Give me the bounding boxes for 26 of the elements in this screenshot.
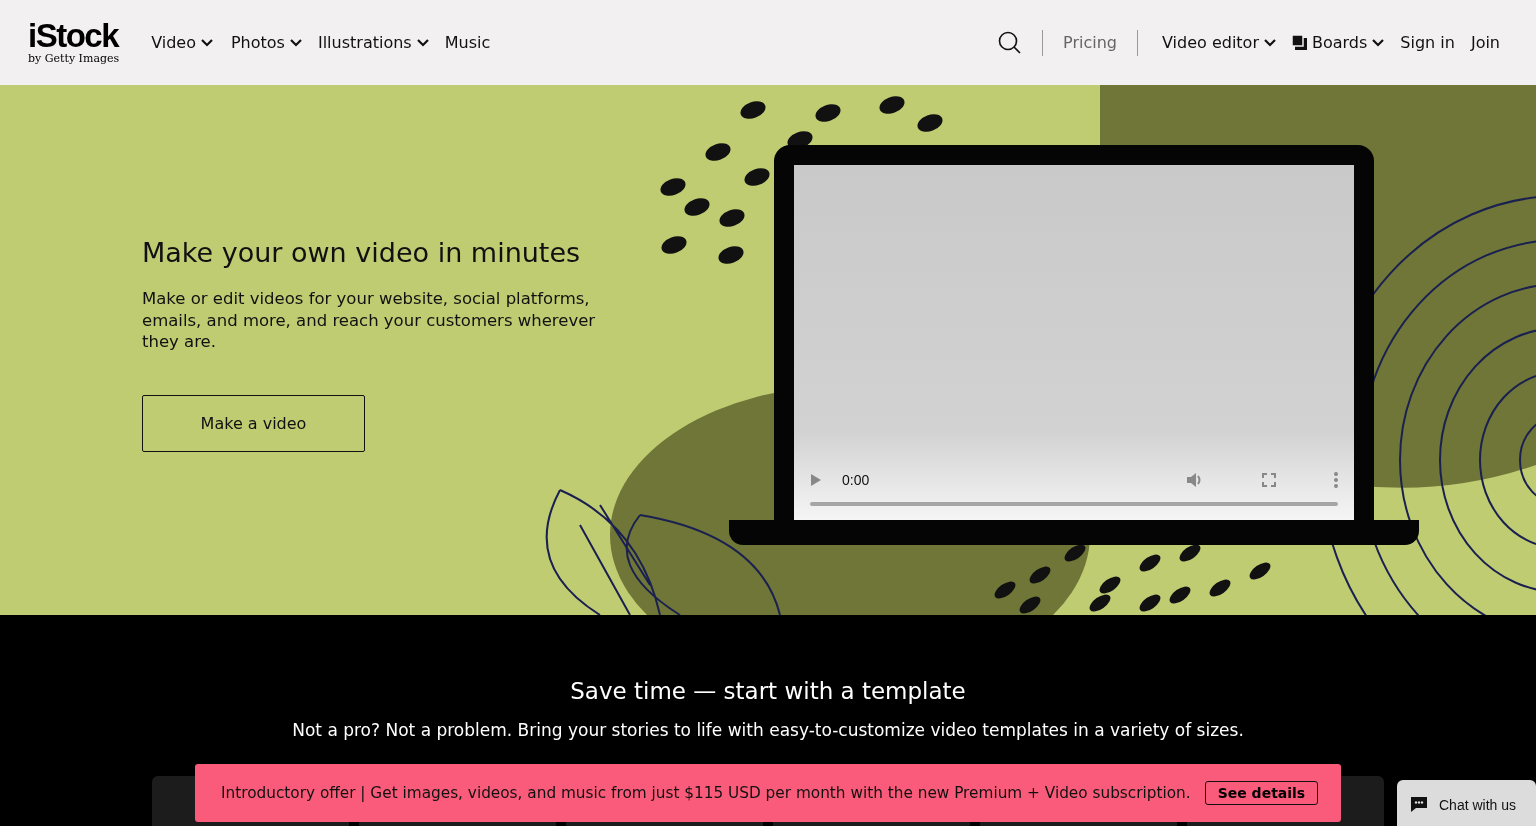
header-link[interactable]: Sign in	[1400, 33, 1455, 52]
video-time: 0:00	[842, 472, 870, 488]
boards-icon	[1291, 35, 1307, 50]
search-icon[interactable]	[998, 30, 1023, 55]
chat-icon	[1409, 796, 1429, 814]
offer-text: Introductory offer | Get images, videos, and music from just $115 USD per month with the new Premium + Video subscription.	[221, 784, 1191, 802]
nav-menu-item[interactable]: Music	[444, 33, 491, 52]
hero-title: Make your own video in minutes	[142, 237, 582, 268]
section-description: Not a pro? Not a problem. Bring your stories to life with easy-to-customize video templates in a variety of sizes.	[292, 720, 1244, 740]
istock-logo[interactable]: iStock by Getty Images	[28, 19, 120, 66]
make-video-button[interactable]: Make a video	[142, 394, 365, 452]
header-link[interactable]: Join	[1470, 33, 1500, 52]
nav-menu-item[interactable]: Photos	[230, 33, 302, 52]
pricing-link[interactable]: Pricing	[1063, 33, 1117, 52]
boards-menu[interactable]: Boards	[1291, 33, 1385, 52]
section-title: Save time — start with a template	[570, 678, 966, 704]
nav-menu-item[interactable]: Video	[151, 33, 213, 52]
progress-track[interactable]	[810, 502, 1338, 506]
see-details-button[interactable]: See details	[1204, 781, 1319, 805]
play-icon[interactable]	[810, 473, 822, 487]
chat-button[interactable]: Chat with us	[1397, 780, 1536, 826]
hero-description: Make or edit videos for your website, social platforms, emails, and more, and reach your customers wherever they are.	[142, 288, 597, 353]
more-options-icon[interactable]	[1334, 472, 1338, 488]
nav-menu-item[interactable]: Illustrations	[317, 33, 429, 52]
fullscreen-icon[interactable]	[1262, 473, 1276, 487]
video-editor-menu[interactable]: Video editor	[1161, 33, 1276, 52]
